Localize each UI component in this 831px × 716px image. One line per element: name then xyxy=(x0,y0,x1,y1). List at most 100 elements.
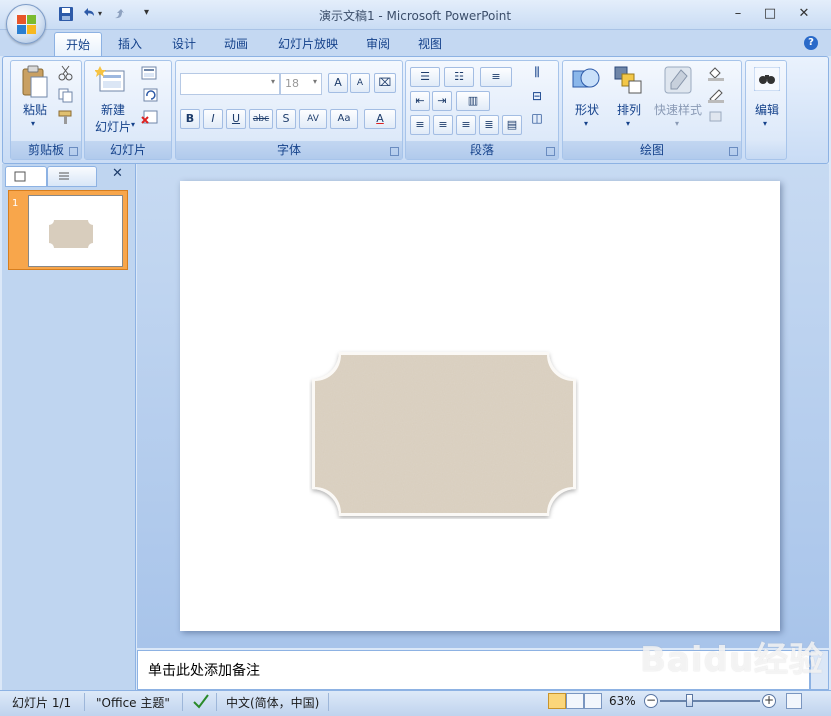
minimize-button[interactable]: – xyxy=(724,4,752,24)
new-slide-label-2[interactable]: 幻灯片 xyxy=(89,118,137,135)
change-case-button[interactable]: Aa xyxy=(330,109,358,129)
paste-label[interactable]: 粘贴 xyxy=(17,101,53,118)
fit-slide-icon[interactable] xyxy=(786,693,802,709)
arrange-dropdown-icon[interactable]: ▾ xyxy=(626,119,630,128)
font-color-button[interactable]: A xyxy=(364,109,396,129)
language-status[interactable]: 中文(简体，中国) xyxy=(226,694,319,711)
clear-formatting-icon[interactable]: ⌧ xyxy=(374,73,396,93)
baidu-watermark-url: jingyan.baidu.com xyxy=(700,674,802,687)
align-right-icon[interactable]: ≡ xyxy=(456,115,476,135)
zoom-slider[interactable] xyxy=(660,700,760,702)
tab-home[interactable]: 开始 xyxy=(54,32,102,56)
outline-tab[interactable] xyxy=(47,166,97,187)
new-slide-icon[interactable] xyxy=(95,65,127,95)
shrink-font-button[interactable]: A xyxy=(350,73,370,93)
decrease-indent-icon[interactable]: ⇤ xyxy=(410,91,430,111)
smartart-icon[interactable]: ◫ xyxy=(526,111,548,131)
character-spacing-button[interactable]: AV xyxy=(299,109,327,129)
font-name-combo[interactable]: ▾ xyxy=(180,73,280,95)
paragraph-dialog-launcher-icon[interactable] xyxy=(546,147,555,156)
zoom-level[interactable]: 63% xyxy=(609,694,636,708)
paste-dropdown-icon[interactable]: ▾ xyxy=(31,119,35,128)
redo-icon[interactable] xyxy=(110,6,126,22)
font-dialog-launcher-icon[interactable] xyxy=(390,147,399,156)
layout-icon[interactable] xyxy=(141,65,159,81)
drawing-dialog-launcher-icon[interactable] xyxy=(729,147,738,156)
spell-check-icon[interactable] xyxy=(192,693,210,709)
columns-icon[interactable]: ▥ xyxy=(456,91,490,111)
quick-styles-icon[interactable] xyxy=(663,65,693,95)
shapes-label[interactable]: 形状 xyxy=(567,101,607,118)
copy-icon[interactable] xyxy=(57,87,75,103)
theme-status[interactable]: "Office 主题" xyxy=(96,694,170,711)
numbering-icon[interactable]: ☷ xyxy=(444,67,474,87)
panel-close-icon[interactable]: ✕ xyxy=(112,166,123,181)
slide-sorter-view-icon[interactable] xyxy=(566,693,584,709)
window-title: 演示文稿1 - Microsoft PowerPoint xyxy=(318,9,512,23)
find-icon[interactable] xyxy=(754,67,780,91)
cut-icon[interactable] xyxy=(57,65,75,81)
align-left-icon[interactable]: ≡ xyxy=(410,115,430,135)
distributed-icon[interactable]: ▤ xyxy=(502,115,522,135)
bold-button[interactable]: B xyxy=(180,109,200,129)
align-text-icon[interactable]: ⊟ xyxy=(526,89,548,109)
quick-styles-dropdown-icon[interactable]: ▾ xyxy=(675,119,679,128)
reset-icon[interactable] xyxy=(141,87,159,103)
new-slide-label[interactable]: 新建 xyxy=(89,101,137,118)
justify-icon[interactable]: ≣ xyxy=(479,115,499,135)
notes-placeholder[interactable]: 单击此处添加备注 xyxy=(148,660,260,680)
align-center-icon[interactable]: ≡ xyxy=(433,115,453,135)
arrange-icon[interactable] xyxy=(613,65,643,95)
italic-button[interactable]: I xyxy=(203,109,223,129)
editing-dropdown-icon[interactable]: ▾ xyxy=(763,119,767,128)
normal-view-icon[interactable] xyxy=(548,693,566,709)
undo-icon[interactable] xyxy=(80,6,96,22)
delete-slide-icon[interactable] xyxy=(141,109,159,125)
shape-outline-icon[interactable] xyxy=(707,87,725,103)
slides-tab[interactable] xyxy=(5,166,47,187)
shape-fill-icon[interactable] xyxy=(707,65,725,81)
customize-qat-icon[interactable]: ▾ xyxy=(144,7,149,18)
zoom-out-button[interactable]: − xyxy=(644,694,658,708)
increase-indent-icon[interactable]: ⇥ xyxy=(432,91,452,111)
clipboard-group: 粘贴 ▾ 剪贴板 xyxy=(10,60,82,160)
clipboard-dialog-launcher-icon[interactable] xyxy=(69,147,78,156)
editing-label[interactable]: 编辑 xyxy=(748,101,786,118)
close-button[interactable]: ✕ xyxy=(790,4,818,24)
strikethrough-button[interactable]: abc xyxy=(249,109,273,129)
paste-icon[interactable] xyxy=(21,65,49,99)
new-slide-dropdown-icon[interactable]: ▾ xyxy=(131,120,135,129)
slides-group: 新建 幻灯片 ▾ 幻灯片 xyxy=(84,60,172,160)
slide-show-view-icon[interactable] xyxy=(584,693,602,709)
tab-design[interactable]: 设计 xyxy=(162,32,206,56)
quick-styles-label[interactable]: 快速样式 xyxy=(651,101,705,118)
zoom-slider-thumb[interactable] xyxy=(686,694,693,707)
text-direction-icon[interactable]: ⫼ xyxy=(526,65,548,89)
undo-dropdown-icon[interactable]: ▾ xyxy=(98,9,102,18)
bullets-icon[interactable]: ☰ xyxy=(410,67,440,87)
format-painter-icon[interactable] xyxy=(57,109,75,125)
outline-tab-icon xyxy=(59,172,69,180)
arrange-label[interactable]: 排列 xyxy=(609,101,649,118)
help-icon[interactable]: ? xyxy=(804,36,818,50)
maximize-button[interactable]: □ xyxy=(756,4,784,24)
line-spacing-icon[interactable]: ≡ xyxy=(480,67,512,87)
grow-font-button[interactable]: A xyxy=(328,73,348,93)
tab-animations[interactable]: 动画 xyxy=(214,32,258,56)
text-shadow-button[interactable]: S xyxy=(276,109,296,129)
shapes-dropdown-icon[interactable]: ▾ xyxy=(584,119,588,128)
slide[interactable] xyxy=(180,181,780,631)
slide-thumbnail[interactable] xyxy=(28,195,123,267)
zoom-in-button[interactable]: + xyxy=(762,694,776,708)
font-size-combo[interactable]: 18 ▾ xyxy=(280,73,322,95)
shapes-icon[interactable] xyxy=(571,65,601,95)
underline-button[interactable]: U xyxy=(226,109,246,129)
tab-view[interactable]: 视图 xyxy=(408,32,452,56)
tab-insert[interactable]: 插入 xyxy=(108,32,152,56)
save-icon[interactable] xyxy=(58,6,74,22)
tab-review[interactable]: 审阅 xyxy=(356,32,400,56)
shape-effects-icon[interactable] xyxy=(707,109,725,125)
tab-slide-show[interactable]: 幻灯片放映 xyxy=(270,32,346,56)
office-button[interactable] xyxy=(6,4,46,44)
plaque-shape[interactable] xyxy=(309,349,579,519)
